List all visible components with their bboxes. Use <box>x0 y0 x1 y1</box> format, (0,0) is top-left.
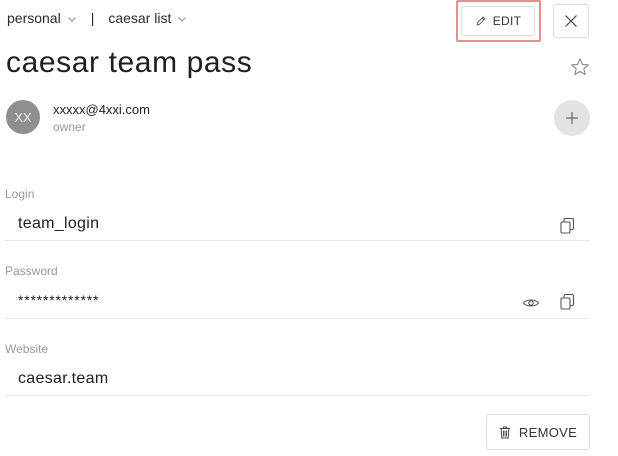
remove-label: REMOVE <box>518 424 578 440</box>
remove-button[interactable]: REMOVE <box>486 414 590 450</box>
item-detail-panel: personal | caesar list EDIT caesar team … <box>0 0 618 456</box>
owner-email: xxxxx@4xxi.com <box>53 102 150 117</box>
avatar-initials: XX <box>14 109 32 125</box>
close-icon <box>565 15 577 27</box>
login-value[interactable]: team_login <box>18 215 99 233</box>
add-member-button[interactable] <box>554 100 590 136</box>
copy-icon[interactable] <box>558 293 576 311</box>
login-label: Login <box>5 187 35 201</box>
breadcrumb-separator: | <box>90 10 95 26</box>
website-label: Website <box>5 342 49 356</box>
list-label: caesar list <box>108 10 172 26</box>
field-divider <box>5 240 590 241</box>
workspace-label: personal <box>7 10 61 26</box>
owner-role: owner <box>53 120 86 134</box>
website-value[interactable]: caesar.team <box>18 370 108 388</box>
item-title: caesar team pass <box>6 46 253 79</box>
edit-label: EDIT <box>492 14 522 28</box>
star-icon[interactable] <box>570 57 590 77</box>
edit-button[interactable]: EDIT <box>461 6 535 36</box>
password-value[interactable]: ************* <box>18 292 99 308</box>
trash-icon <box>499 426 510 438</box>
password-label: Password <box>5 264 58 278</box>
workspace-dropdown[interactable]: personal <box>7 10 77 26</box>
field-divider <box>5 395 590 396</box>
list-dropdown[interactable]: caesar list <box>108 10 187 26</box>
copy-icon[interactable] <box>558 217 576 235</box>
plus-icon <box>566 112 578 124</box>
pencil-icon <box>476 16 486 26</box>
field-divider <box>5 318 590 319</box>
breadcrumb: personal | caesar list <box>7 10 187 26</box>
chevron-down-icon <box>178 16 187 22</box>
avatar: XX <box>6 100 40 134</box>
eye-icon[interactable] <box>522 294 540 312</box>
close-button[interactable] <box>553 4 589 38</box>
chevron-down-icon <box>67 16 76 22</box>
